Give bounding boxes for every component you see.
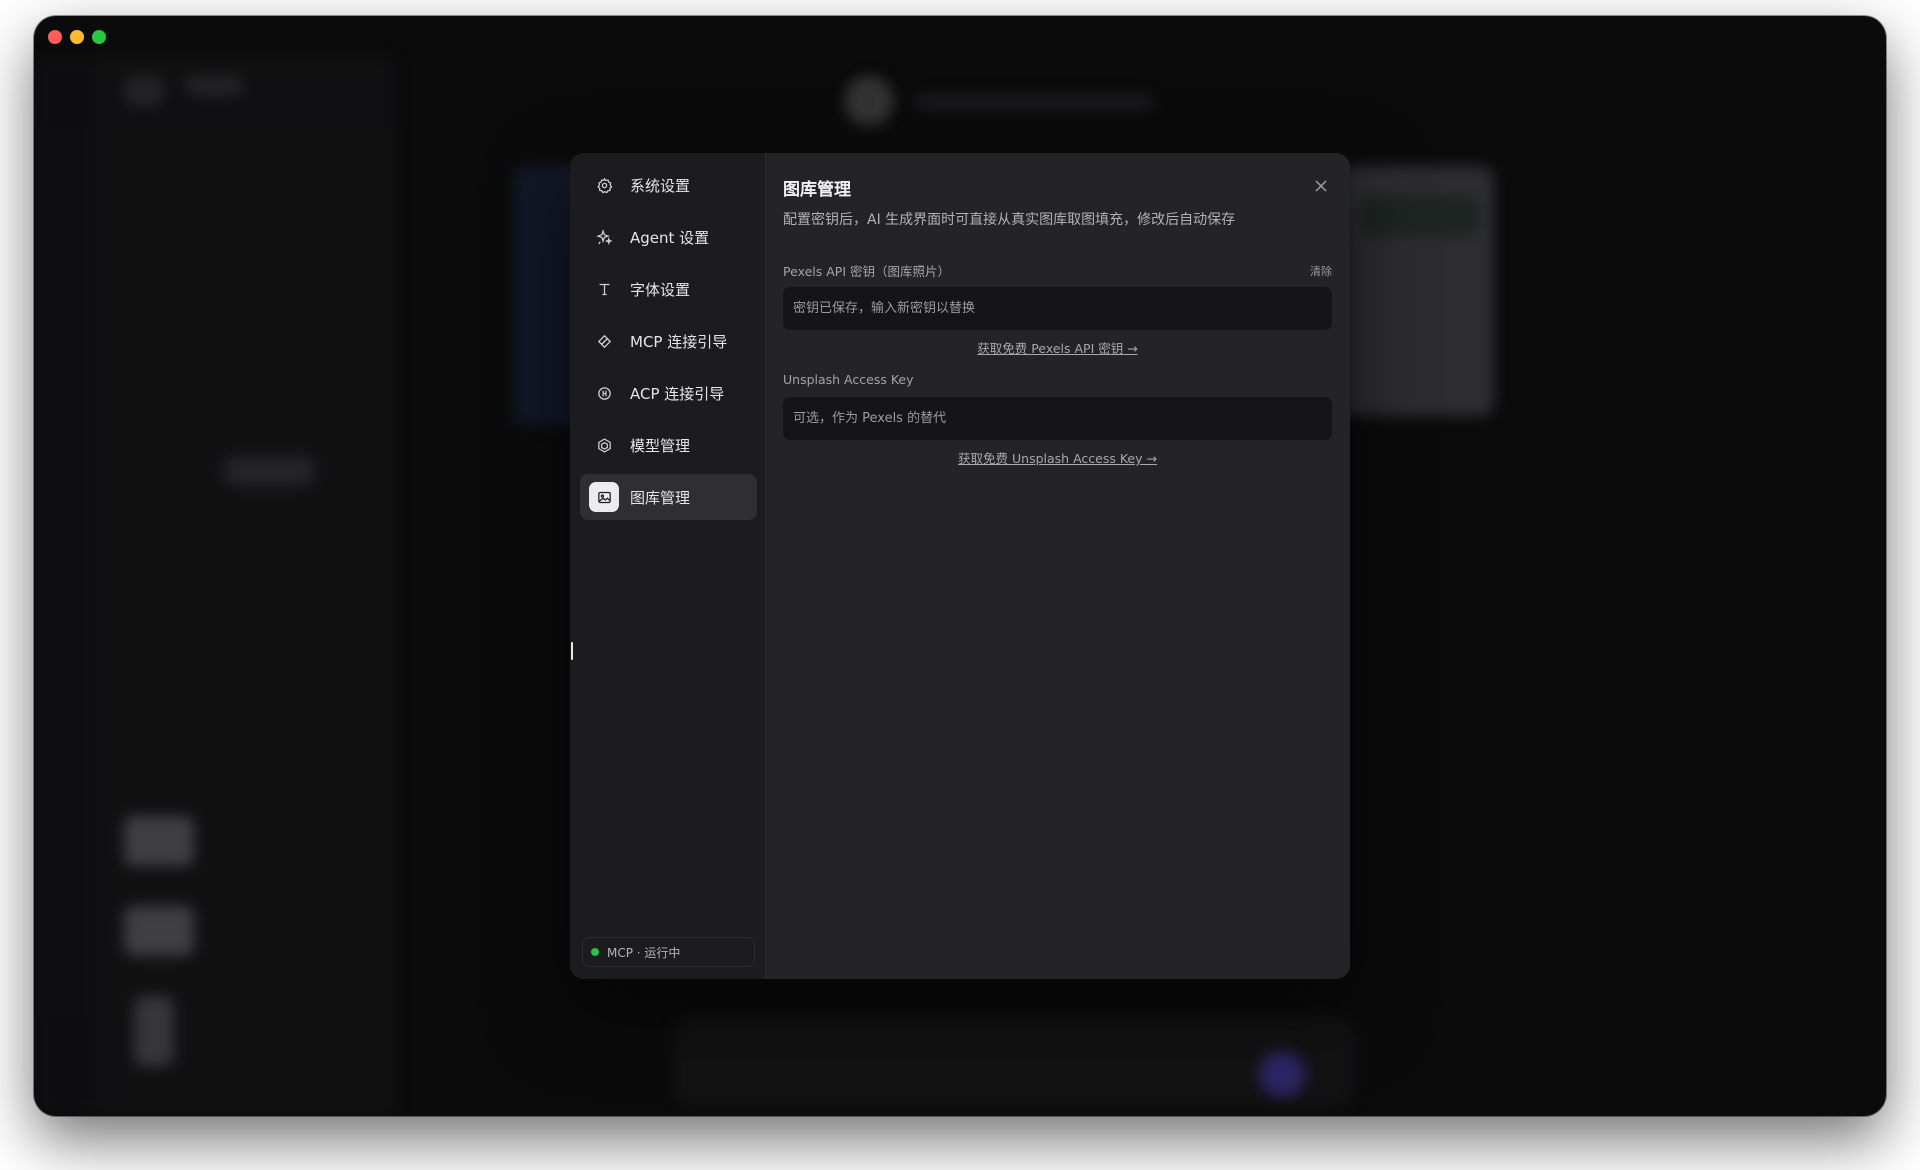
window-minimize-button[interactable] [70, 30, 84, 44]
gear-icon [589, 170, 619, 200]
nav-item-label: 字体设置 [630, 280, 691, 299]
nav-item-acp-guide[interactable]: ACP 连接引导 [580, 370, 757, 416]
nav-item-mcp-guide[interactable]: MCP 连接引导 [580, 318, 757, 364]
close-button[interactable] [1310, 175, 1332, 197]
settings-content: 图库管理 配置密钥后，AI 生成界面时可直接从真实图库取图填充，修改后自动保存 … [783, 153, 1350, 979]
unsplash-key-link[interactable]: 获取免费 Unsplash Access Key → [783, 448, 1332, 467]
window-maximize-button[interactable] [92, 30, 106, 44]
nav-item-system-settings[interactable]: 系统设置 [580, 162, 757, 208]
pexels-key-label: Pexels API 密钥（图库照片） [783, 264, 950, 279]
active-indicator [571, 642, 573, 660]
nav-item-label: 系统设置 [630, 176, 691, 195]
status-dot [591, 948, 599, 956]
unsplash-key-input[interactable] [783, 397, 1332, 440]
nav-item-gallery-management[interactable]: 图库管理 [580, 474, 757, 520]
page-title: 图库管理 [783, 180, 851, 200]
nav-item-font-settings[interactable]: 字体设置 [580, 266, 757, 312]
page-description: 配置密钥后，AI 生成界面时可直接从真实图库取图填充，修改后自动保存 [783, 212, 1236, 228]
pexels-key-input[interactable] [783, 287, 1332, 330]
nav-item-label: MCP 连接引导 [630, 332, 728, 351]
acp-icon [589, 378, 619, 408]
nav-item-agent-settings[interactable]: Agent 设置 [580, 214, 757, 260]
pexels-key-link[interactable]: 获取免费 Pexels API 密钥 → [783, 338, 1332, 357]
window-close-button[interactable] [48, 30, 62, 44]
nav-item-label: Agent 设置 [630, 228, 710, 247]
mcp-status-badge: MCP · 运行中 [582, 937, 755, 967]
nav-item-label: 模型管理 [630, 436, 691, 455]
model-icon [589, 430, 619, 460]
status-text: MCP · 运行中 [607, 945, 681, 960]
text-icon [589, 274, 619, 304]
nav-item-model-management[interactable]: 模型管理 [580, 422, 757, 468]
mcp-icon [589, 326, 619, 356]
nav-item-label: ACP 连接引导 [630, 384, 725, 403]
settings-sidebar: 系统设置 Agent 设置 字体设置 MCP 连接引导 ACP 连接引导 模型管… [570, 153, 766, 979]
image-icon [589, 482, 619, 512]
clear-pexels-key-button[interactable]: 清除 [1310, 263, 1332, 279]
close-icon [1315, 180, 1327, 192]
nav-item-label: 图库管理 [630, 488, 691, 507]
unsplash-key-label: Unsplash Access Key [783, 372, 914, 387]
sparkle-icon [589, 222, 619, 252]
settings-modal: 系统设置 Agent 设置 字体设置 MCP 连接引导 ACP 连接引导 模型管… [570, 153, 1350, 979]
